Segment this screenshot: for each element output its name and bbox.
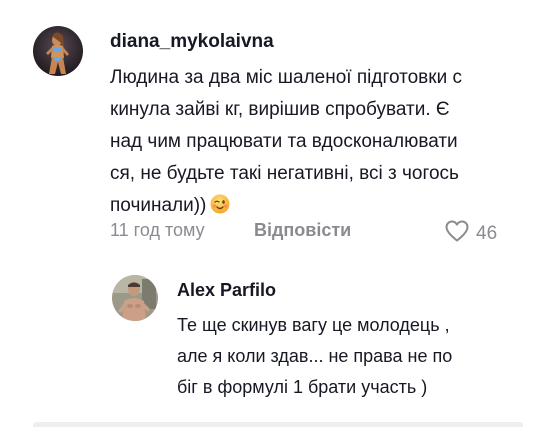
comment-username[interactable]: diana_mykolaivna [110,31,274,53]
comment-input-bar[interactable] [33,422,523,427]
comment-text: Те ще скинув вагу це молодець , але я ко… [177,310,517,403]
comment-text-line: Те ще скинув вагу це молодець , [177,315,450,335]
comment-text-line: але я коли здав... не права не по [177,346,453,366]
comment-text-line: Людина за два міс шаленої підготовки с [110,67,462,88]
avatar[interactable] [33,26,83,76]
comment-text-line-last: починали)) [110,190,510,222]
comment-text-line: біг в формулі 1 брати участь ) [177,377,428,397]
comment-text-line: ся, не будьте такі негативні, всі з чого… [110,163,459,184]
comment-text-line: кинула зайві кг, вирішив спробувати. Є [110,99,450,120]
comment-text: Людина за два міс шаленої підготовки с к… [110,62,510,222]
winking-face-emoji [210,193,230,214]
heart-outline-icon [444,219,470,248]
comments-panel: diana_mykolaivna Людина за два міс шален… [0,0,535,427]
comment-text-line: над чим працювати та вдосконалювати [110,131,458,152]
like-count: 46 [476,222,498,244]
comment-timestamp: 11 год тому [110,220,205,240]
comment-text-line: починали)) [110,195,207,216]
like-button[interactable]: 46 [444,219,497,248]
comment-username[interactable]: Alex Parfilo [177,280,276,301]
avatar[interactable] [112,275,158,321]
reply-button[interactable]: Відповісти [254,220,351,241]
